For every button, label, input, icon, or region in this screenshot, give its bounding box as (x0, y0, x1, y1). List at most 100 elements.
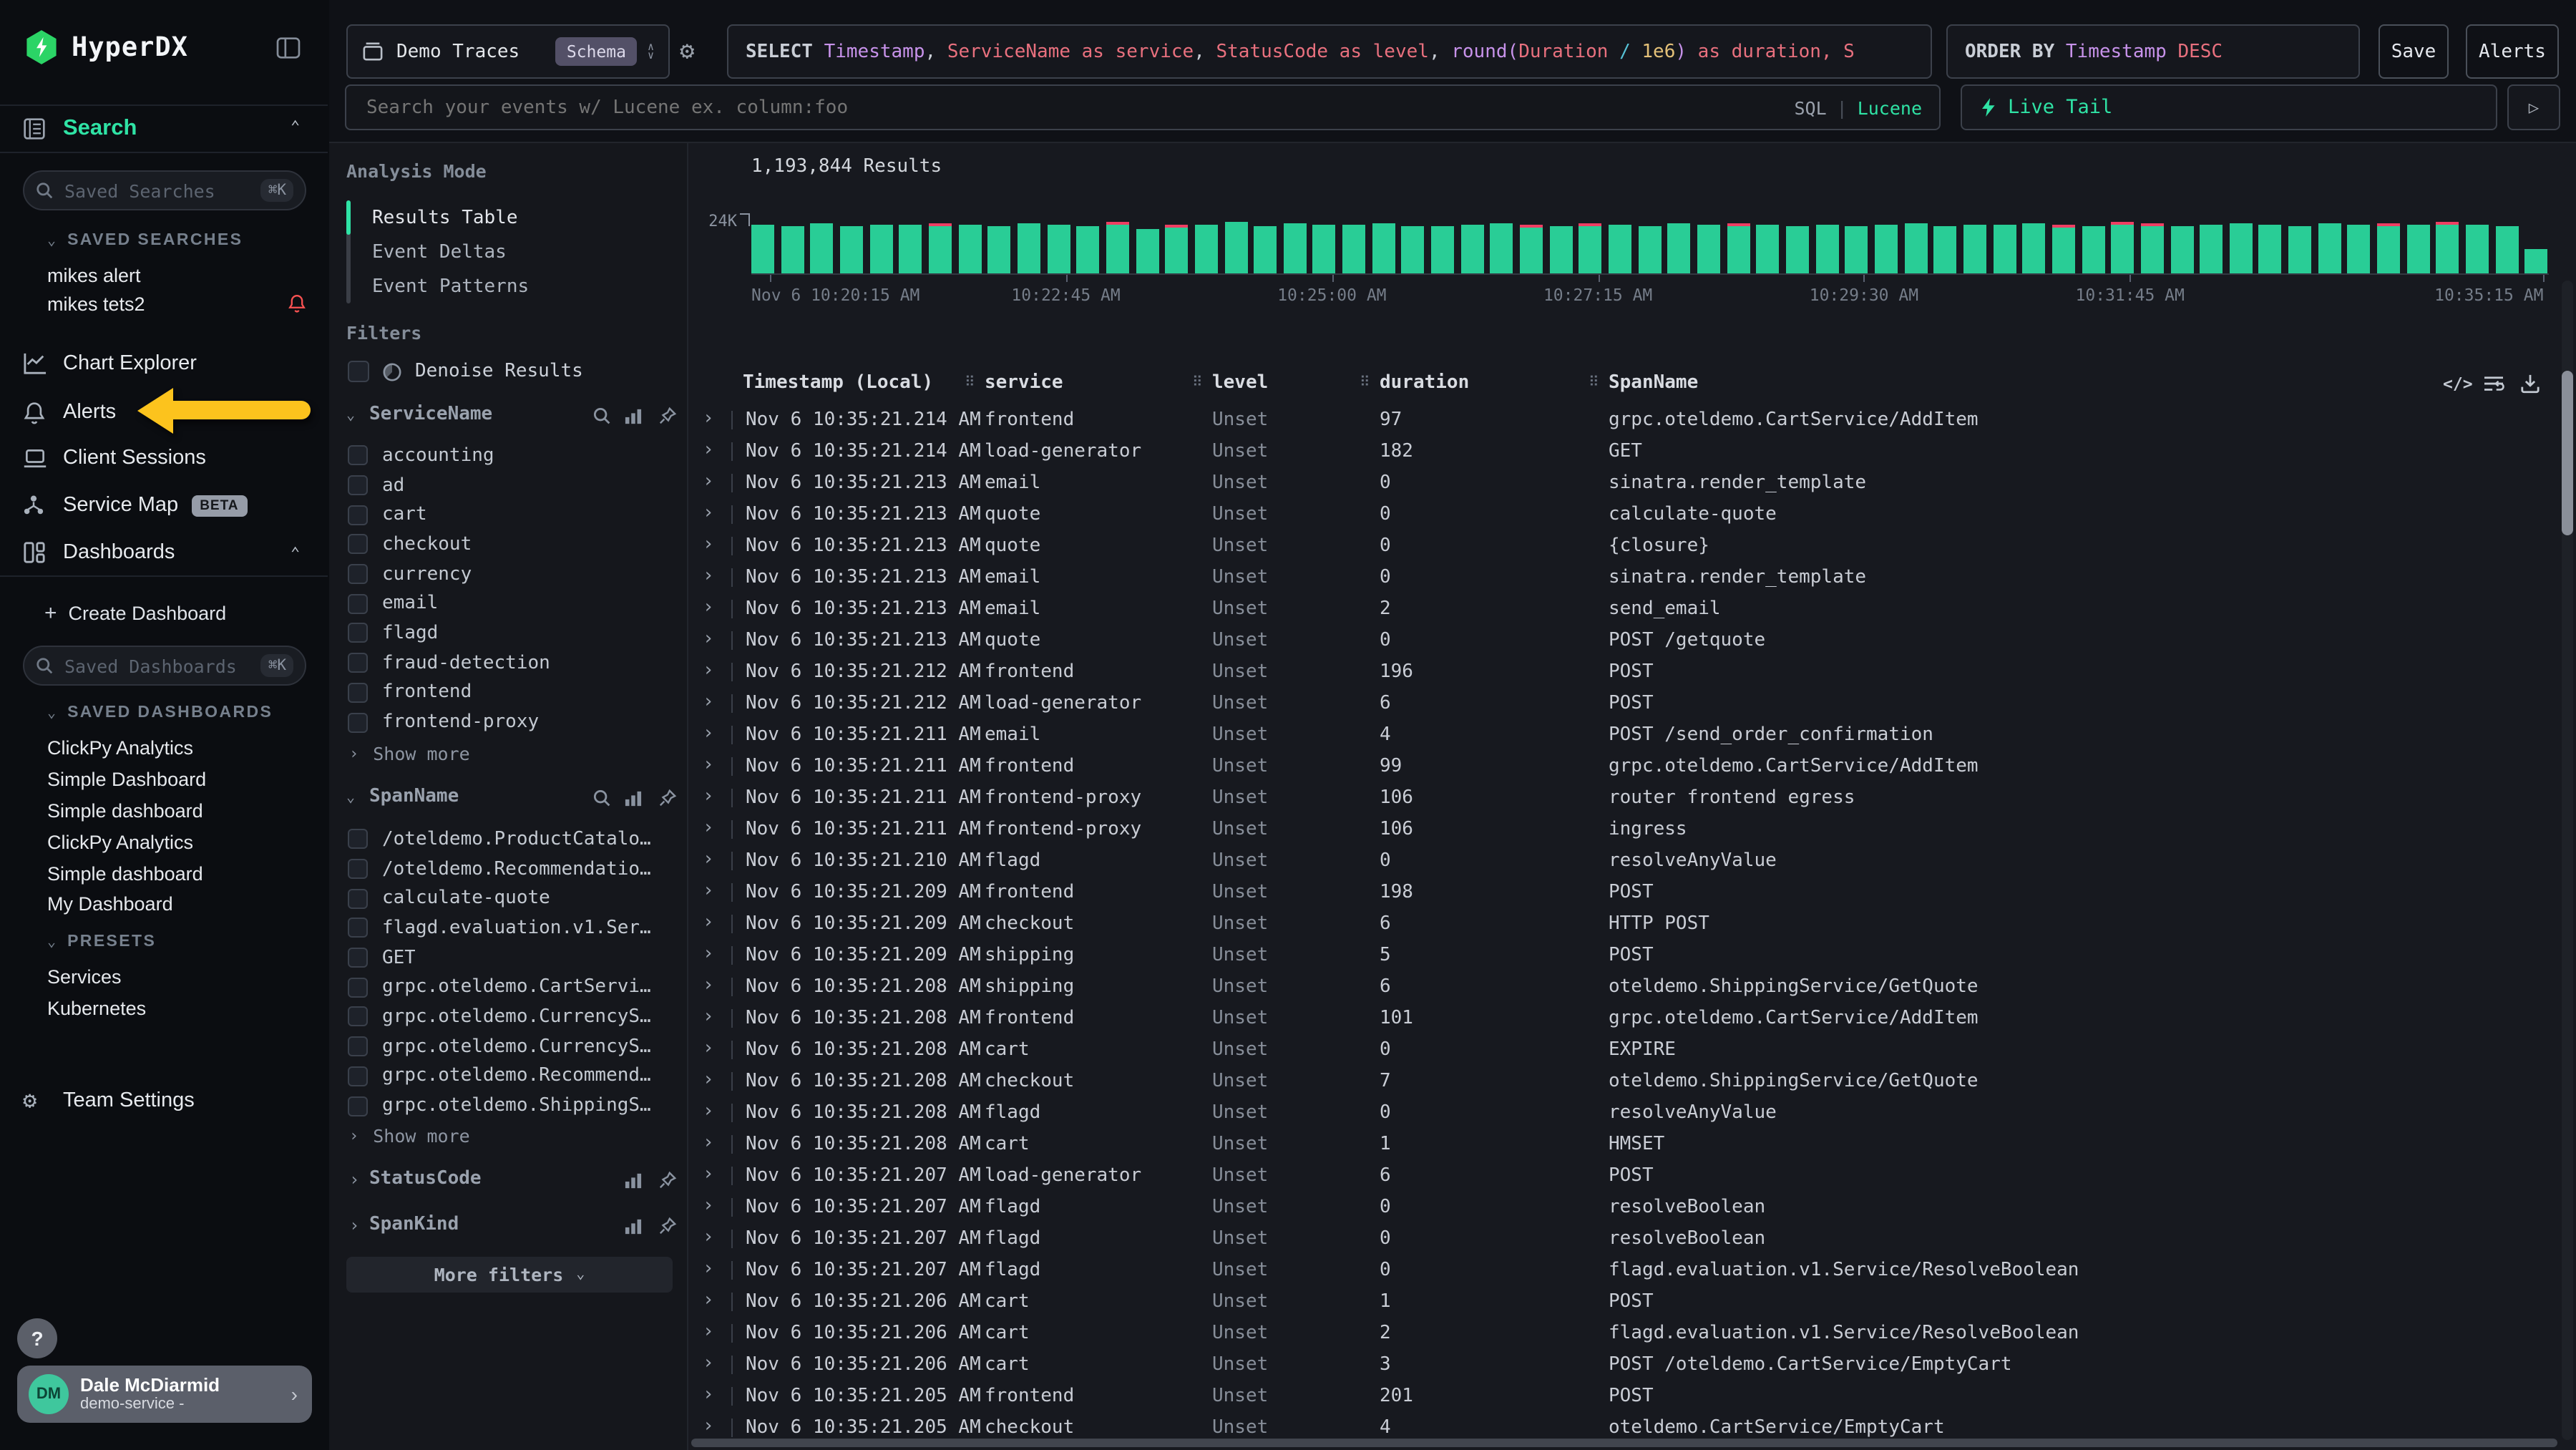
saved-searches-search[interactable]: ⌘K (23, 170, 306, 210)
checkbox[interactable] (348, 712, 368, 732)
histogram-bar[interactable] (781, 226, 804, 273)
checkbox[interactable] (348, 1066, 368, 1086)
table-row[interactable]: ›Nov 6 10:35:21.206 AMcartUnset1POST (688, 1287, 2549, 1318)
preset-item[interactable]: Services (47, 962, 312, 993)
saved-searches-section[interactable]: ⌄ SAVED SEARCHES (47, 232, 243, 249)
checkbox[interactable] (348, 594, 368, 614)
select-query-box[interactable]: SELECT Timestamp, ServiceName as service… (727, 24, 1932, 79)
histogram-bar[interactable] (2141, 223, 2164, 273)
run-query-button[interactable]: ▷ (2507, 84, 2560, 130)
histogram-bar[interactable] (1372, 223, 1395, 273)
mode-sql[interactable]: SQL (1794, 97, 1826, 118)
chart-icon[interactable] (624, 1218, 643, 1235)
table-row[interactable]: ›Nov 6 10:35:21.213 AMemailUnset0sinatra… (688, 468, 2549, 500)
checkbox[interactable] (348, 948, 368, 968)
table-row[interactable]: ›Nov 6 10:35:21.208 AMcheckoutUnset7otel… (688, 1066, 2549, 1098)
histogram-bar[interactable] (929, 223, 952, 273)
histogram-bar[interactable] (1549, 226, 1572, 273)
drag-handle-icon[interactable]: ⠿ (1360, 375, 1370, 391)
col-spanname[interactable]: SpanName (1609, 372, 1698, 394)
filter-checkbox-item[interactable]: grpc.oteldemo.ShippingS… (348, 1091, 677, 1120)
preset-item[interactable]: Kubernetes (47, 993, 312, 1025)
table-row[interactable]: ›Nov 6 10:35:21.207 AMflagdUnset0resolve… (688, 1224, 2549, 1255)
download-icon[interactable] (2520, 374, 2540, 394)
filter-group-spanname[interactable]: ⌄ SpanName (346, 786, 670, 812)
histogram-bar[interactable] (2407, 225, 2430, 273)
checkbox[interactable] (348, 1096, 368, 1116)
filter-checkbox-item[interactable]: flagd (348, 618, 677, 648)
chevron-up-icon[interactable]: ⌃ (291, 117, 300, 136)
expand-row-icon[interactable]: › (703, 408, 714, 429)
col-level[interactable]: level (1212, 372, 1268, 394)
table-row[interactable]: ›Nov 6 10:35:21.213 AMemailUnset2send_em… (688, 594, 2549, 626)
mode-event-patterns[interactable]: Event Patterns (372, 269, 529, 303)
table-row[interactable]: ›Nov 6 10:35:21.213 AMquoteUnset0calcula… (688, 500, 2549, 531)
histogram-bar[interactable] (988, 226, 1011, 273)
expand-row-icon[interactable]: › (703, 1195, 714, 1217)
filter-checkbox-item[interactable]: grpc.oteldemo.CurrencyS… (348, 1032, 677, 1061)
saved-dashboard-item[interactable]: My Dashboard (47, 889, 312, 920)
table-row[interactable]: ›Nov 6 10:35:21.206 AMcartUnset2flagd.ev… (688, 1318, 2549, 1350)
expand-row-icon[interactable]: › (703, 660, 714, 681)
saved-searches-input[interactable] (62, 178, 261, 203)
table-row[interactable]: ›Nov 6 10:35:21.208 AMflagdUnset0resolve… (688, 1098, 2549, 1129)
histogram-bar[interactable] (1313, 225, 1336, 273)
checkbox[interactable] (348, 505, 368, 525)
source-selector[interactable]: Demo Traces Schema ∧∨ (346, 24, 670, 79)
expand-row-icon[interactable]: › (703, 943, 714, 965)
expand-row-icon[interactable]: › (703, 691, 714, 713)
histogram-bar[interactable] (2377, 223, 2400, 273)
checkbox[interactable] (348, 535, 368, 555)
histogram-bar[interactable] (2288, 226, 2311, 273)
sidebar-item-client-sessions[interactable]: Client Sessions (0, 437, 329, 480)
saved-dashboard-item[interactable]: ClickPy Analytics (47, 733, 312, 764)
table-row[interactable]: ›Nov 6 10:35:21.212 AMfrontendUnset196PO… (688, 657, 2549, 688)
sidebar-item-dashboards[interactable]: Dashboards ⌃ (0, 531, 329, 574)
table-row[interactable]: ›Nov 6 10:35:21.213 AMemailUnset0sinatra… (688, 563, 2549, 594)
histogram-bar[interactable] (1254, 226, 1277, 273)
histogram-bar[interactable] (1579, 223, 1602, 273)
more-filters-button[interactable]: More filters ⌄ (346, 1257, 673, 1293)
presets-section[interactable]: ⌄ PRESETS (47, 933, 156, 950)
vertical-scrollbar-thumb[interactable] (2562, 371, 2573, 535)
histogram-bar[interactable] (1697, 225, 1720, 273)
filter-group-spankind[interactable]: › SpanKind (346, 1214, 670, 1240)
checkbox[interactable] (348, 888, 368, 908)
histogram-bar[interactable] (2170, 226, 2193, 273)
expand-row-icon[interactable]: › (703, 912, 714, 933)
table-row[interactable]: ›Nov 6 10:35:21.212 AMload-generatorUnse… (688, 688, 2549, 720)
expand-row-icon[interactable]: › (703, 1353, 714, 1374)
expand-row-icon[interactable]: › (703, 1069, 714, 1091)
alerts-button[interactable]: Alerts (2466, 24, 2559, 79)
histogram-bar[interactable] (2082, 226, 2104, 273)
table-row[interactable]: ›Nov 6 10:35:21.209 AMcheckoutUnset6HTTP… (688, 909, 2549, 940)
checkbox[interactable] (348, 683, 368, 703)
expand-row-icon[interactable]: › (703, 817, 714, 839)
histogram-bar[interactable] (2111, 222, 2134, 273)
filter-group-statuscode[interactable]: › StatusCode (346, 1168, 670, 1194)
histogram-bar[interactable] (1934, 226, 1957, 273)
chart-icon[interactable] (624, 1172, 643, 1189)
saved-dashboard-item[interactable]: Simple dashboard (47, 795, 312, 827)
saved-dashboards-section[interactable]: ⌄ SAVED DASHBOARDS (47, 704, 273, 721)
pin-icon[interactable] (658, 407, 677, 425)
search-icon[interactable] (592, 789, 611, 807)
histogram-bar[interactable] (1047, 225, 1070, 273)
saved-dashboard-item[interactable]: Simple dashboard (47, 857, 312, 889)
histogram-bar[interactable] (2200, 225, 2223, 273)
collapse-sidebar-icon[interactable] (276, 37, 301, 59)
checkbox[interactable] (348, 446, 368, 466)
servicename-show-more[interactable]: › Show more (349, 743, 470, 764)
histogram-bar[interactable] (1638, 226, 1661, 273)
histogram-bar[interactable] (1963, 225, 1986, 273)
histogram-bar[interactable] (2525, 249, 2548, 273)
filter-checkbox-item[interactable]: grpc.oteldemo.CurrencyS… (348, 1002, 677, 1031)
expand-row-icon[interactable]: › (703, 723, 714, 744)
table-row[interactable]: ›Nov 6 10:35:21.208 AMfrontendUnset101gr… (688, 1003, 2549, 1035)
events-histogram[interactable] (751, 220, 2549, 273)
histogram-bar[interactable] (1727, 223, 1750, 273)
histogram-bar[interactable] (899, 225, 922, 273)
saved-dashboard-item[interactable]: Simple Dashboard (47, 764, 312, 796)
user-menu[interactable]: DM Dale McDiarmid demo-service - › (17, 1366, 312, 1423)
expand-row-icon[interactable]: › (703, 1290, 714, 1311)
